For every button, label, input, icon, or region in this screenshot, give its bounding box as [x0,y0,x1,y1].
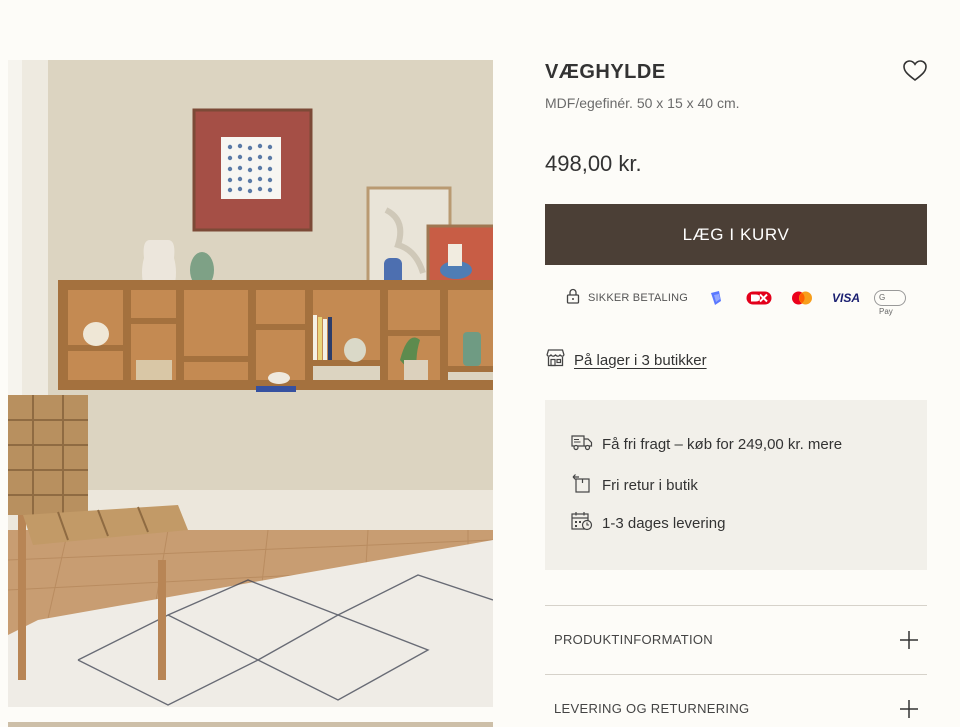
free-return-info: Fri retur i butik [571,472,698,499]
google-pay-icon: G Pay [874,289,906,316]
store-stock-link[interactable]: På lager i 3 butikker [545,348,707,372]
google-pay-label: G Pay [874,290,906,316]
product-specs: MDF/egefinér. 50 x 15 x 40 cm. [545,95,740,111]
accordion-product-info[interactable]: PRODUKTINFORMATION [545,605,927,674]
mastercard-icon [791,289,813,307]
accordion-delivery-returns[interactable]: LEVERING OG RETURNERING [545,674,927,727]
accordion-product-info-label: PRODUKTINFORMATION [554,632,713,647]
secure-payment: SIKKER BETALING [566,288,688,309]
favorite-heart-icon[interactable] [902,59,928,83]
free-shipping-info: Få fri fragt – køb for 249,00 kr. mere [571,433,842,456]
truck-icon [571,433,593,456]
payment-methods-row: SIKKER BETALING VISA G Pay [545,286,927,316]
calendar-clock-icon [571,511,593,536]
secure-payment-label: SIKKER BETALING [588,292,688,304]
dankort-icon [746,289,772,307]
accordion-delivery-returns-label: LEVERING OG RETURNERING [554,701,750,716]
store-icon [545,348,566,372]
delivery-time-info: 1-3 dages levering [571,511,725,536]
free-return-text: Fri retur i butik [602,477,698,494]
lock-icon [566,288,580,309]
product-price: 498,00 kr. [545,151,642,176]
product-title: VÆGHYLDE [545,61,666,83]
delivery-time-text: 1-3 dages levering [602,515,726,532]
visa-icon: VISA [832,291,861,305]
product-image[interactable] [8,60,493,707]
add-to-cart-button[interactable]: LÆG I KURV [545,204,927,265]
free-shipping-text: Få fri fragt – køb for 249,00 kr. mere [602,436,843,453]
secondary-product-image[interactable] [8,722,493,727]
delivery-benefits-box: Få fri fragt – køb for 249,00 kr. mere F… [545,400,927,570]
mobilepay-icon [705,289,727,307]
store-stock-label[interactable]: På lager i 3 butikker [574,352,707,369]
product-photo-illustration [8,60,493,707]
return-box-icon [571,472,593,499]
plus-icon[interactable] [899,699,919,719]
plus-icon[interactable] [899,630,919,650]
